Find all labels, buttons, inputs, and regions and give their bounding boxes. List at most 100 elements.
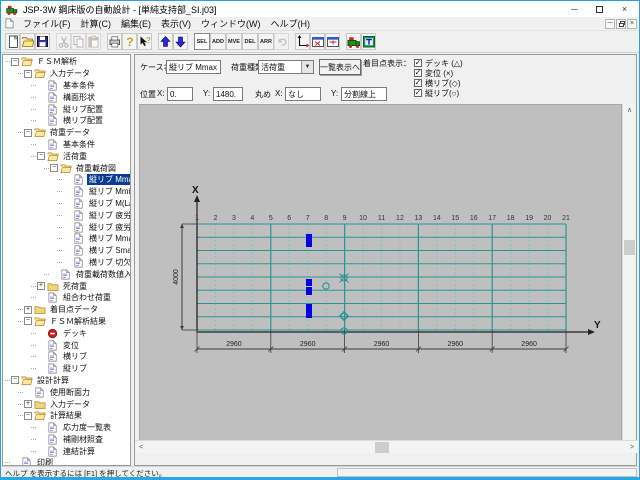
tree-item[interactable]: −入力データ [3,68,130,80]
toolbar-t-load-vehicle-icon[interactable] [346,33,361,50]
minimize-button[interactable]: ─ [562,1,587,17]
collapse-icon[interactable]: − [37,152,45,160]
tree-item[interactable]: 縦リブ [3,363,130,375]
tree-item-label: 変位 [61,340,81,351]
menu-item-3[interactable]: 表示(V) [156,19,196,29]
tree-item[interactable]: 縦リブ配置 [3,103,130,115]
toolbar-move-mode-button[interactable]: MVE [226,33,242,50]
menu-item-4[interactable]: ウィンドウ(W) [196,19,266,29]
tree-item[interactable]: 横リブ [3,351,130,363]
tree-item[interactable]: −ＦＳＭ解析 [3,56,130,68]
tree-item[interactable]: 組合わせ荷重 [3,292,130,304]
expand-icon[interactable]: + [37,282,45,290]
collapse-icon[interactable]: − [11,376,19,384]
vertical-scroll-thumb[interactable] [624,240,635,255]
round-y-input[interactable] [341,87,387,101]
tree-item[interactable]: デッキ [3,327,130,339]
toolbar-open-icon[interactable] [20,33,35,50]
load-type-select[interactable]: 活荷重 ▼ [258,60,314,74]
mdi-minimize-button[interactable]: ─ [605,19,615,29]
close-button[interactable]: × [612,1,637,17]
menu-item-0[interactable]: ファイル(F) [18,19,76,29]
scroll-left-icon[interactable]: < [135,441,147,454]
tree-item[interactable]: 横リブ 切欠 [3,257,130,269]
chevron-down-icon[interactable]: ▼ [301,61,313,73]
doc-icon [47,80,59,91]
checkbox[interactable]: ✓ [414,79,422,87]
toolbar-select-mode-button[interactable]: SEL [194,33,210,50]
focus-option: ✓横リブ(◇) [414,78,463,88]
horizontal-scroll-thumb[interactable] [375,442,389,453]
toolbar-save-icon[interactable] [35,33,50,50]
toolbar-help-icon[interactable]: ? [122,33,137,50]
checkbox[interactable]: ✓ [414,59,422,67]
toolbar-move-down-icon[interactable] [173,33,188,50]
expand-icon[interactable]: + [24,400,32,408]
collapse-icon[interactable]: − [24,129,32,137]
tree-item[interactable]: −設計計算 [3,375,130,387]
collapse-icon[interactable]: − [11,58,19,66]
title-bar[interactable]: JSP-3W 鋼床版の自動設計 - [単純支持部_SI.j03] ─ × [1,1,639,17]
scroll-up-icon[interactable]: ∧ [623,104,636,116]
tree-item[interactable]: 縦リブ Mmax [3,174,130,186]
checkbox[interactable]: ✓ [414,69,422,77]
tree-item[interactable]: −荷重載荷図 [3,162,130,174]
toolbar-axis-tool-icon[interactable] [295,33,310,50]
tree-item[interactable]: 補剛材照査 [3,434,130,446]
expand-icon[interactable]: + [24,306,32,314]
case-name-input[interactable] [166,60,221,74]
horizontal-scrollbar[interactable]: < > [135,440,638,453]
tree-item[interactable]: +死荷重 [3,280,130,292]
toolbar-delete-mode-button[interactable]: DEL [242,33,258,50]
tree-item[interactable]: 印刷 [3,457,130,466]
position-y-input[interactable] [213,87,243,101]
toolbar-zoom-window-icon[interactable] [310,33,325,50]
tree-item[interactable]: 縦リブ Mmin [3,186,130,198]
round-x-input[interactable] [285,87,321,101]
tree-item[interactable]: 荷重載荷数値入力 [3,268,130,280]
tree-item[interactable]: +入力データ [3,398,130,410]
tree-item[interactable]: 基本条件 [3,80,130,92]
tree-item-label: 横リブ配置 [61,115,105,126]
tree-item[interactable]: 縦リブ 疲労 Mmin [3,221,130,233]
collapse-icon[interactable]: − [24,317,32,325]
tree-item[interactable]: +着目点データ [3,304,130,316]
collapse-icon[interactable]: − [24,70,32,78]
tree-item[interactable]: 縦リブ 疲労 Mmax [3,209,130,221]
toolbar-t-load-icon[interactable] [361,33,376,50]
toolbar-zoom-extents-icon[interactable] [325,33,340,50]
maximize-button[interactable] [587,1,612,17]
tree-item[interactable]: −荷重データ [3,127,130,139]
tree-item[interactable]: 使用断面力 [3,386,130,398]
toolbar-new-icon[interactable] [5,33,20,50]
menu-item-5[interactable]: ヘルプ(H) [266,19,316,29]
toolbar-move-up-icon[interactable] [158,33,173,50]
tree-item[interactable]: 横リブ配置 [3,115,130,127]
tree-item[interactable]: −計算結果 [3,410,130,422]
checkbox[interactable]: ✓ [414,89,422,97]
toolbar-arrange-mode-button[interactable]: ARR [258,33,274,50]
tree-item[interactable]: 縦リブ M(L/4) [3,198,130,210]
tree-item[interactable]: 連結計算 [3,445,130,457]
toolbar-context-help-icon[interactable]: ? [137,33,152,50]
tree-item[interactable]: 応力度一覧表 [3,422,130,434]
tree-item[interactable]: −ＦＳＭ解析結果 [3,316,130,328]
menu-item-2[interactable]: 編集(E) [116,19,156,29]
mdi-restore-button[interactable] [616,19,626,29]
scroll-right-icon[interactable]: > [626,441,638,454]
tree-item[interactable]: 横リブ Mmax [3,233,130,245]
tree-item[interactable]: 横リブ Smax [3,245,130,257]
list-view-button[interactable]: 一覧表示へ [319,59,361,75]
collapse-icon[interactable]: − [24,412,32,420]
position-x-input[interactable] [167,87,193,101]
tree-item[interactable]: 構面形状 [3,91,130,103]
toolbar-print-icon[interactable] [107,33,122,50]
mdi-close-button[interactable]: × [627,19,637,29]
toolbar-add-mode-button[interactable]: ADD [210,33,226,50]
menu-item-1[interactable]: 計算(C) [76,19,117,29]
collapse-icon[interactable]: − [50,164,58,172]
tree-item[interactable]: 基本条件 [3,139,130,151]
tree-item[interactable]: −活荷重 [3,150,130,162]
tree-item[interactable]: 変位 [3,339,130,351]
vertical-scrollbar[interactable]: ∧ ∨ [622,104,635,452]
